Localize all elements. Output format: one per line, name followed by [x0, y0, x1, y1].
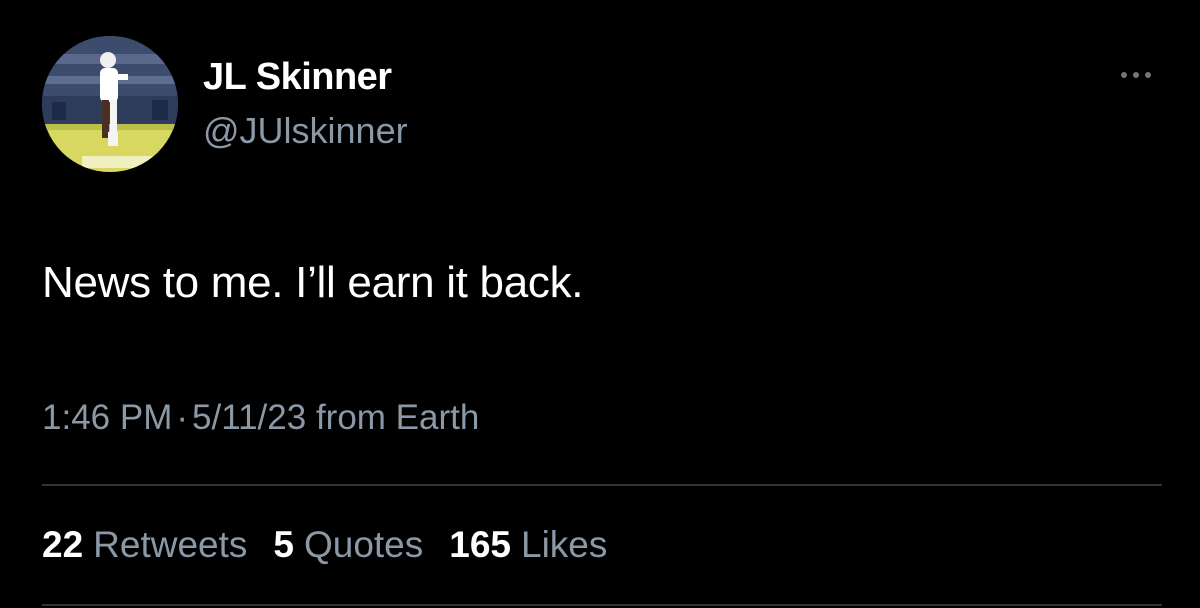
author-avatar[interactable]: [42, 36, 178, 172]
likes-label: Likes: [521, 524, 608, 565]
tweet-text: News to me. I’ll earn it back.: [42, 258, 584, 307]
divider: [42, 604, 1162, 606]
more-dot: [1145, 72, 1151, 78]
likes-count: 165: [449, 524, 511, 565]
author-handle[interactable]: @JUlskinner: [203, 110, 408, 152]
quotes-stat[interactable]: 5 Quotes: [273, 524, 423, 566]
retweets-label: Retweets: [93, 524, 248, 565]
tweet-date[interactable]: 5/11/23: [192, 398, 306, 437]
more-dot: [1121, 72, 1127, 78]
tweet-metadata: 1:46 PM · 5/11/23 from Earth: [42, 398, 479, 438]
avatar-image: [42, 36, 178, 172]
tweet-card: JL Skinner @JUlskinner News to me. I’ll …: [0, 0, 1200, 608]
tweet-source: from Earth: [315, 398, 480, 437]
more-options-icon[interactable]: [1108, 62, 1164, 88]
quotes-label: Quotes: [303, 524, 424, 565]
tweet-time[interactable]: 1:46 PM: [42, 398, 172, 437]
retweets-count: 22: [42, 524, 84, 565]
meta-separator: ·: [176, 398, 189, 437]
author-display-name[interactable]: JL Skinner: [203, 56, 392, 99]
tweet-stats: 22 Retweets 5 Quotes 165 Likes: [42, 524, 607, 566]
retweets-stat[interactable]: 22 Retweets: [42, 524, 247, 566]
more-dot: [1133, 72, 1139, 78]
quotes-count: 5: [273, 524, 294, 565]
divider: [42, 484, 1162, 486]
likes-stat[interactable]: 165 Likes: [449, 524, 607, 566]
